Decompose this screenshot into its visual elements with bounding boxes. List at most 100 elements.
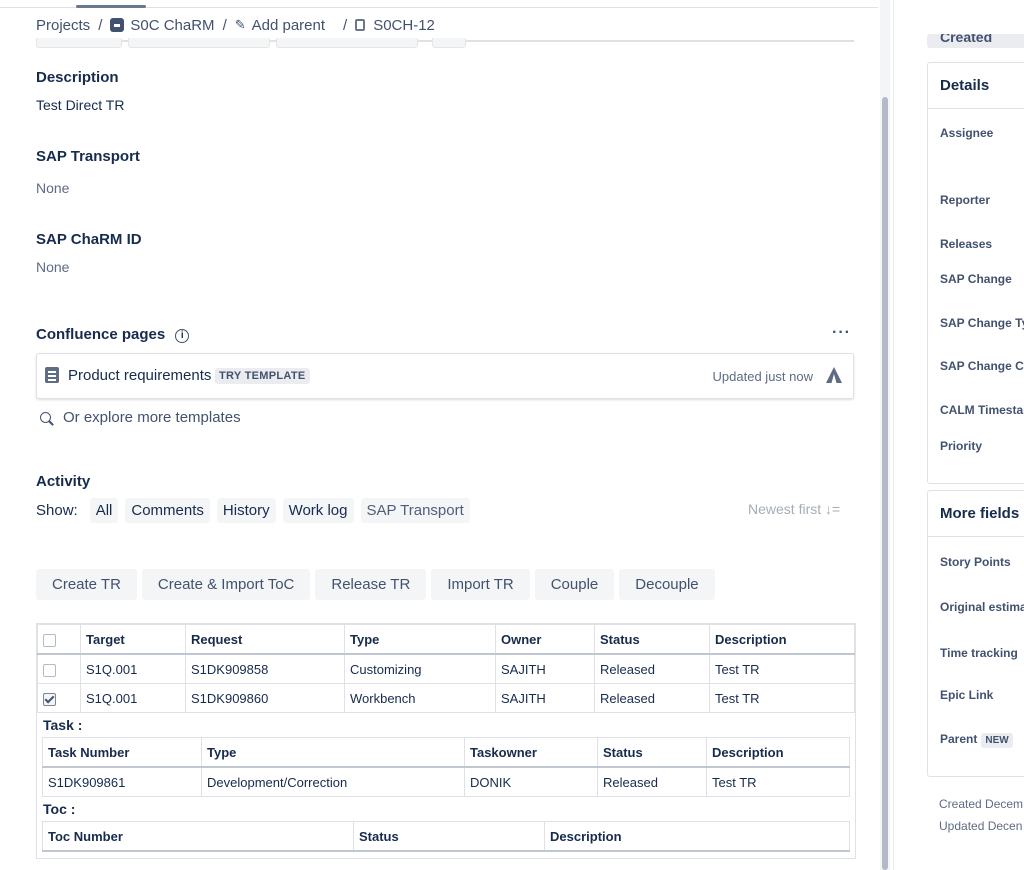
- table-row[interactable]: S1Q.001 S1DK909858 Customizing SAJITH Re…: [37, 653, 855, 684]
- breadcrumb-separator: /: [98, 16, 103, 34]
- field-parent: Parent NEW: [940, 732, 1013, 748]
- column-header: Description: [706, 737, 850, 768]
- field-sap-change-cycle: SAP Change Cy: [940, 359, 1024, 373]
- column-header: Target: [80, 624, 186, 655]
- task-table: Task Number Type Taskowner Status Descri…: [42, 737, 850, 797]
- more-fields-heading[interactable]: More fields: [928, 491, 1024, 537]
- couple-button[interactable]: Couple: [534, 569, 615, 600]
- column-header: Toc Number: [42, 821, 354, 852]
- activity-heading: Activity: [36, 473, 91, 490]
- template-title[interactable]: Product requirements: [68, 367, 211, 384]
- owner-cell: SAJITH: [495, 653, 595, 684]
- request-cell: S1DK909860: [185, 683, 345, 713]
- filter-sap-transport[interactable]: SAP Transport: [360, 498, 470, 523]
- details-heading[interactable]: Details: [928, 63, 1024, 109]
- type-cell: Workbench: [344, 683, 496, 713]
- column-header: Status: [594, 624, 710, 655]
- type-cell: Customizing: [344, 653, 496, 684]
- toolbar-button-partial[interactable]: [36, 38, 122, 48]
- sap-transport-value[interactable]: None: [36, 180, 69, 196]
- column-header: Status: [353, 821, 545, 852]
- select-all-cell: [37, 624, 81, 655]
- search-icon: [40, 412, 51, 423]
- task-number-cell: S1DK909861: [42, 766, 202, 797]
- new-badge: NEW: [981, 733, 1013, 748]
- info-icon[interactable]: i: [175, 329, 190, 343]
- column-header: Taskowner: [464, 737, 598, 768]
- task-type-cell: Development/Correction: [201, 766, 465, 797]
- release-tr-button[interactable]: Release TR: [315, 569, 427, 600]
- column-header: Description: [709, 624, 855, 655]
- top-accent: [76, 5, 146, 8]
- request-cell: S1DK909858: [185, 653, 345, 684]
- toolbar-button-partial[interactable]: [432, 38, 466, 48]
- created-date: Created Decem: [939, 797, 1024, 811]
- transport-actions: Create TR Create & Import ToC Release TR…: [36, 569, 720, 600]
- field-priority: Priority: [940, 439, 983, 453]
- row-checkbox[interactable]: [43, 663, 56, 677]
- document-icon: [45, 367, 59, 383]
- field-original-estimate: Original estima: [940, 600, 1024, 614]
- status-cell: Released: [594, 683, 710, 713]
- filter-comments[interactable]: Comments: [125, 498, 210, 523]
- table-header-row: Target Request Type Owner Status Descrip…: [37, 624, 855, 655]
- column-header: Type: [344, 624, 496, 655]
- task-row[interactable]: S1DK909861 Development/Correction DONIK …: [42, 766, 850, 797]
- description-value[interactable]: Test Direct TR: [36, 97, 124, 113]
- column-header: Task Number: [42, 737, 202, 768]
- transport-table: Target Request Type Owner Status Descrip…: [37, 624, 855, 713]
- select-all-checkbox[interactable]: [43, 633, 56, 647]
- breadcrumb-projects[interactable]: Projects: [36, 17, 90, 34]
- row-checkbox-checked[interactable]: [43, 692, 56, 706]
- status-button-label: Created: [940, 34, 993, 45]
- filter-work-log[interactable]: Work log: [282, 498, 354, 523]
- import-tr-button[interactable]: Import TR: [431, 569, 530, 600]
- field-story-points: Story Points: [940, 555, 1011, 569]
- column-header: Description: [544, 821, 850, 852]
- filter-all[interactable]: All: [89, 498, 119, 523]
- column-header: Request: [185, 624, 345, 655]
- field-calm-timestamp: CALM Timestar: [940, 403, 1024, 417]
- status-button[interactable]: Created: [927, 34, 1024, 48]
- field-time-tracking: Time tracking: [940, 646, 1018, 660]
- row-select-cell: [37, 653, 81, 684]
- breadcrumb-separator: /: [343, 16, 348, 34]
- issue-main-panel: Projects / S0C ChaRM / ✎ Add parent / S0…: [0, 0, 878, 870]
- create-tr-button[interactable]: Create TR: [36, 569, 137, 600]
- sap-charm-id-heading: SAP ChaRM ID: [36, 231, 142, 248]
- row-select-cell: [37, 683, 81, 713]
- breadcrumb-project[interactable]: S0C ChaRM: [130, 17, 214, 34]
- add-parent-link[interactable]: Add parent: [252, 17, 325, 34]
- description-heading: Description: [36, 69, 119, 86]
- sort-order-button[interactable]: Newest first ↓=: [748, 501, 840, 517]
- toc-table: Toc Number Status Description: [42, 821, 850, 852]
- task-description-cell: Test TR: [706, 766, 850, 797]
- target-cell: S1Q.001: [80, 653, 186, 684]
- filter-history[interactable]: History: [216, 498, 276, 523]
- field-assignee: Assignee: [940, 126, 994, 140]
- toolbar-button-partial[interactable]: [276, 38, 418, 48]
- breadcrumb-issue-key[interactable]: S0CH-12: [373, 17, 435, 34]
- explore-templates-link[interactable]: Or explore more templates: [40, 409, 241, 426]
- create-import-toc-button[interactable]: Create & Import ToC: [141, 569, 311, 600]
- description-cell: Test TR: [709, 653, 855, 684]
- scrollbar-thumb[interactable]: [882, 97, 888, 870]
- toc-header-row: Toc Number Status Description: [42, 821, 850, 852]
- description-cell: Test TR: [709, 683, 855, 713]
- transport-table-container: Target Request Type Owner Status Descrip…: [36, 623, 856, 859]
- task-section-label: Task :: [43, 717, 83, 733]
- toolbar-button-partial[interactable]: [128, 38, 270, 48]
- activity-filter-bar: Show: All Comments History Work log SAP …: [36, 498, 477, 523]
- field-epic-link: Epic Link: [940, 688, 994, 702]
- confluence-template-card[interactable]: Product requirements TRY TEMPLATE Update…: [36, 353, 854, 399]
- owner-cell: SAJITH: [495, 683, 595, 713]
- sap-charm-id-value[interactable]: None: [36, 259, 69, 275]
- try-template-badge: TRY TEMPLATE: [215, 368, 310, 384]
- table-row[interactable]: S1Q.001 S1DK909860 Workbench SAJITH Rele…: [37, 683, 855, 713]
- confluence-logo-icon: [826, 367, 842, 383]
- target-cell: S1Q.001: [80, 683, 186, 713]
- column-header: Status: [597, 737, 707, 768]
- field-sap-change-type: SAP Change Ty: [940, 316, 1024, 330]
- decouple-button[interactable]: Decouple: [619, 569, 715, 600]
- more-options-icon[interactable]: ···: [832, 324, 851, 342]
